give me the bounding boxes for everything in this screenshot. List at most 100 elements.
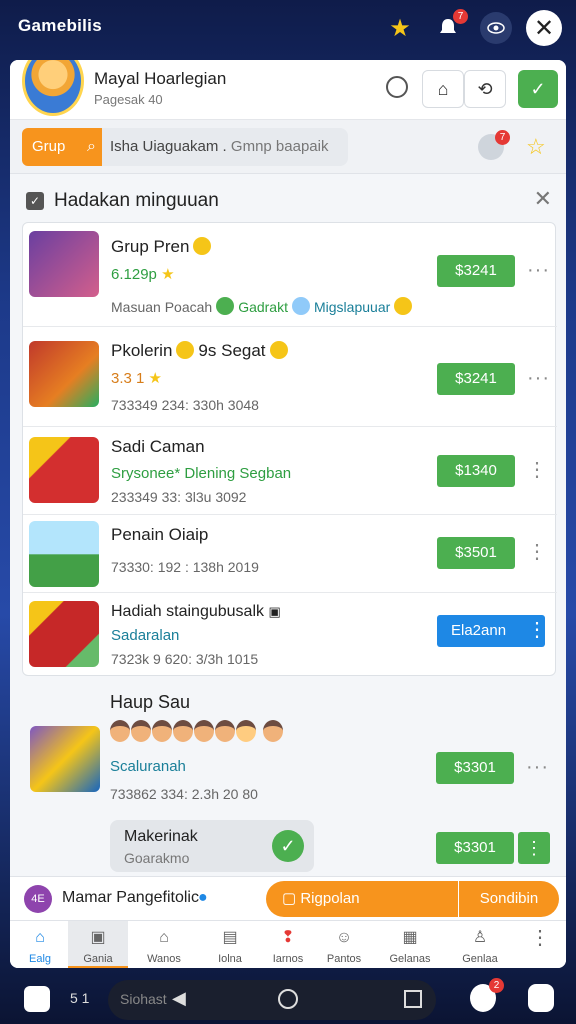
- nav-item-iolna[interactable]: ▤ Iolna: [200, 921, 260, 968]
- item-stats: 233349 33: 3l3u 3092: [111, 489, 247, 505]
- item-title: Pkolerin 9s Segat: [111, 341, 288, 361]
- list-item[interactable]: Sadi Caman Srysonee* Dlening Segban 2333…: [23, 427, 557, 515]
- price-button[interactable]: $3501: [437, 537, 515, 569]
- home-icon: ⌂: [437, 78, 449, 99]
- primary-action-button[interactable]: ▢ Rigpolan: [266, 881, 458, 917]
- nav-item-home[interactable]: ⌂ Ealg: [10, 921, 70, 968]
- group-section: Haup Sau Scaluranah 733862 334: 2.3h 20 …: [10, 680, 566, 876]
- notification-badge: 7: [453, 9, 468, 24]
- nav-item-pantos[interactable]: ☺ Pantos: [314, 921, 374, 968]
- more-icon[interactable]: ···: [526, 756, 549, 779]
- profile-header: Mayal Hoarlegian Pagesak 40 ⌂ ⟲ ✓: [10, 60, 566, 120]
- check-icon[interactable]: ✓: [272, 830, 304, 862]
- footer-bar: 4E Mamar Pangefitolic ● ▢ Rigpolan Sondi…: [10, 876, 566, 920]
- recent-apps-icon[interactable]: [404, 990, 422, 1008]
- item-thumbnail: [29, 521, 99, 587]
- eye-icon[interactable]: [480, 12, 512, 44]
- maker-title: Makerinak: [124, 828, 198, 845]
- item-list: Grup Pren 6.129p ★ Masuan Poacah Gadrakt M…: [22, 222, 557, 677]
- item-stats: 73330: 192 : 138h 2019: [111, 559, 259, 575]
- search-input[interactable]: Isha Uiaguakam . Gmnp baapaik: [102, 128, 348, 166]
- more-vertical-button[interactable]: ⋮: [518, 832, 550, 864]
- house-icon: ⌂: [159, 929, 169, 946]
- more-vertical-icon[interactable]: ⋮: [527, 539, 548, 564]
- section-header: ✓ Hadakan minguuan ✕: [10, 176, 566, 222]
- list-item[interactable]: Penain Oiaip 73330: 192 : 138h 2019 $350…: [23, 515, 557, 593]
- item-thumbnail: [29, 601, 99, 667]
- item-meta: 6.129p ★: [111, 266, 175, 283]
- notification-icon[interactable]: 7: [432, 9, 468, 44]
- clock-icon[interactable]: [386, 76, 408, 98]
- group-thumbnail: [30, 726, 100, 792]
- bottom-nav: ⌂ Ealg ▣ Gania ⌂ Wanos ▤ Iolna ❢ Iarnos ☺ Pant…: [10, 920, 566, 968]
- home-button[interactable]: ⌂: [422, 70, 464, 108]
- section-close-icon[interactable]: ✕: [534, 186, 552, 212]
- item-meta: Srysonee* Dlening Segban: [111, 465, 292, 482]
- close-icon: ✕: [533, 14, 555, 42]
- grid-icon: ▣: [90, 929, 106, 946]
- more-icon[interactable]: ···: [527, 259, 550, 282]
- item-title: Hadiah staingubusalk ▣: [111, 603, 281, 620]
- avatar[interactable]: [22, 60, 84, 116]
- chat-icon: ✓: [530, 78, 546, 99]
- star-icon[interactable]: ★: [384, 12, 416, 44]
- bot-icon[interactable]: 7: [478, 130, 510, 160]
- group-filter-label: Grup: [32, 138, 66, 155]
- chat-button[interactable]: ✓: [518, 70, 558, 108]
- price-button[interactable]: $3301: [436, 832, 514, 864]
- nav-item-iarnos[interactable]: ❢ Iarnos: [258, 921, 318, 968]
- list-item[interactable]: Hadiah staingubusalk ▣ Sadaralan 7323k 9…: [23, 593, 557, 677]
- assistant-icon[interactable]: 2: [470, 978, 504, 1012]
- close-button[interactable]: ✕: [526, 10, 562, 46]
- repeat-button[interactable]: ⟲: [464, 70, 506, 108]
- item-stats: 7323k 9 620: 3/3h 1015: [111, 651, 259, 667]
- section-checkbox[interactable]: ✓: [26, 192, 44, 210]
- price-button[interactable]: $3241: [437, 255, 515, 287]
- more-vertical-icon[interactable]: ⋮: [527, 617, 548, 642]
- maker-card[interactable]: Makerinak Goarakmo ✓: [110, 820, 314, 872]
- page-indicator: 5 1: [70, 990, 90, 1006]
- location-pin-icon[interactable]: ●: [198, 889, 208, 907]
- bot-badge: 7: [495, 130, 510, 145]
- nav-item-wanos[interactable]: ⌂ Wanos: [134, 921, 194, 968]
- favorite-star-icon[interactable]: ☆: [526, 134, 546, 160]
- home-icon: ⌂: [35, 929, 45, 946]
- price-button[interactable]: $3241: [437, 363, 515, 395]
- back-icon[interactable]: ◀: [172, 988, 186, 1009]
- status-bar: Gamebilis ★ 7 ✕: [0, 0, 576, 56]
- item-thumbnail: [29, 437, 99, 503]
- price-button[interactable]: $1340: [437, 455, 515, 487]
- profile-name: Mayal Hoarlegian: [94, 69, 227, 88]
- list-item[interactable]: Grup Pren 6.129p ★ Masuan Poacah Gadrakt M…: [23, 223, 557, 327]
- nav-more[interactable]: ⋮: [510, 921, 566, 968]
- nav-item-games[interactable]: ▣ Gania: [68, 921, 128, 968]
- more-icon[interactable]: ···: [527, 367, 550, 390]
- secondary-action-button[interactable]: Sondibin: [459, 881, 559, 917]
- price-button[interactable]: $3301: [436, 752, 514, 784]
- app-title: Gamebilis: [18, 16, 102, 35]
- gift-icon: ❢: [281, 929, 295, 946]
- mascot-icon[interactable]: [528, 984, 554, 1012]
- list-item[interactable]: Pkolerin 9s Segat 3.3 1 ★ 733349 234: 330…: [23, 327, 557, 427]
- group-stats: 733862 334: 2.3h 20 80: [110, 786, 258, 802]
- assistant-badge: 2: [489, 978, 504, 993]
- item-thumbnail: [29, 341, 99, 407]
- section-title: Hadakan minguuan: [54, 190, 219, 211]
- app-switcher-icon[interactable]: [24, 986, 50, 1012]
- person-icon: ♙: [472, 929, 488, 946]
- more-vertical-icon[interactable]: ⋮: [527, 457, 548, 482]
- footer-text: Mamar Pangefitolic: [62, 889, 199, 906]
- nav-item-gelanas[interactable]: ▦ Gelanas: [380, 921, 440, 968]
- nav-item-genlaa[interactable]: ♙ Genlaa: [450, 921, 510, 968]
- home-circle-icon[interactable]: [278, 989, 298, 1009]
- group-filter-chip[interactable]: Grup ⌕: [22, 128, 102, 166]
- search-row: Grup ⌕ Isha Uiaguakam . Gmnp baapaik 7 ☆: [10, 120, 566, 174]
- item-thumbnail: [29, 231, 99, 297]
- group-meta: Scaluranah: [110, 758, 186, 775]
- system-nav-pill: Siohast ◀: [108, 980, 436, 1020]
- member-avatars: [110, 720, 284, 744]
- item-title: Grup Pren: [111, 237, 212, 257]
- group-title: Haup Sau: [110, 692, 191, 712]
- system-text: Siohast: [120, 991, 167, 1007]
- profile-subtitle: Pagesak 40: [94, 92, 163, 107]
